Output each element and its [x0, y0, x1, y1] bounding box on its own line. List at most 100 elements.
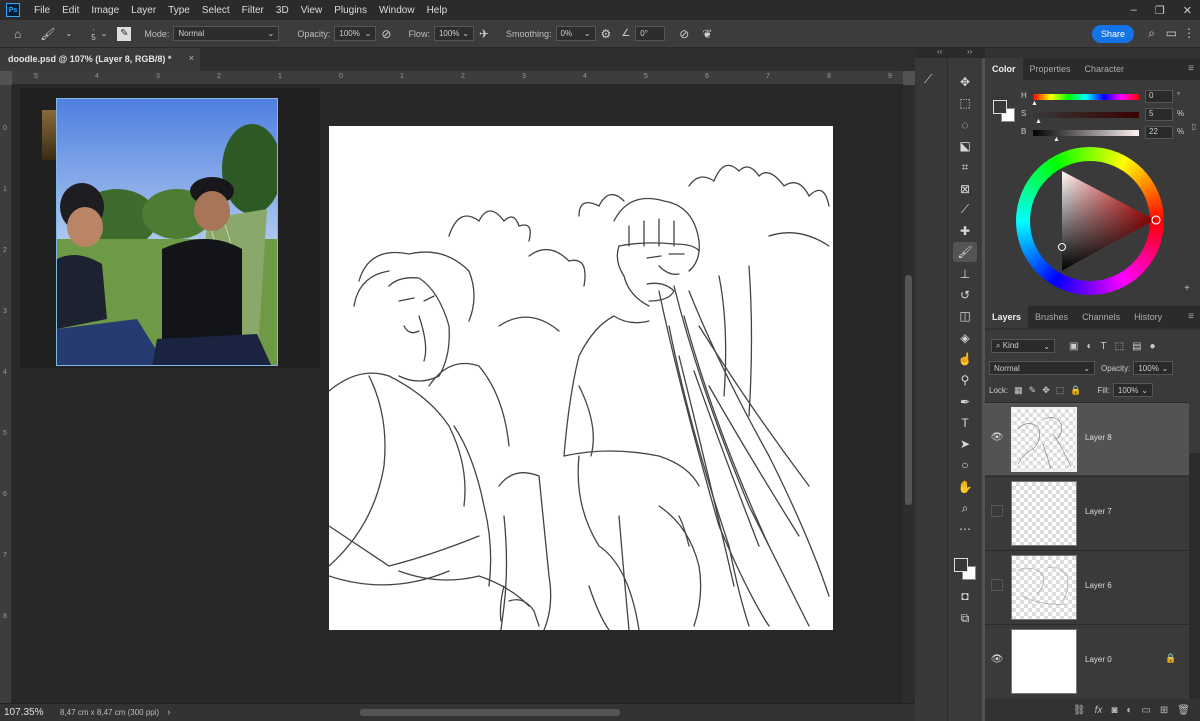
layer-row[interactable]: 👁 Layer 0 🔒 — [985, 624, 1189, 697]
minimize-button[interactable]: – — [1131, 4, 1137, 16]
chevron-down-icon[interactable]: ⌄ — [65, 29, 72, 38]
menu-file[interactable]: File — [28, 5, 56, 16]
eraser-tool-icon[interactable]: ◫ — [953, 306, 977, 326]
filter-pixel-icon[interactable]: ▣ — [1069, 341, 1078, 352]
menu-edit[interactable]: Edit — [56, 5, 85, 16]
filter-type-icon[interactable]: T — [1101, 341, 1107, 352]
tab-layers[interactable]: Layers — [985, 306, 1029, 328]
smoothing-field[interactable]: 0% ⌄ — [555, 26, 596, 41]
expand-icon[interactable]: + — [1184, 283, 1190, 294]
reference-photo[interactable] — [56, 98, 278, 366]
trash-icon[interactable]: 🗑 — [1177, 705, 1190, 716]
dodge-tool-icon[interactable]: ⚲ — [953, 370, 977, 390]
hue-slider-thumb[interactable]: ▲ — [1031, 100, 1038, 107]
brush-panel-icon[interactable]: ✎ — [117, 26, 132, 41]
close-window-button[interactable]: ✕ — [1183, 4, 1192, 17]
brush-settings-icon[interactable]: ⟋ — [924, 72, 932, 87]
document-tab[interactable]: doodle.psd @ 107% (Layer 8, RGB/8) * × — [0, 48, 200, 71]
zoom-tool-icon[interactable]: ⌕ — [953, 498, 977, 518]
menu-filter[interactable]: Filter — [236, 5, 270, 16]
eyedropper-tool-icon[interactable]: ⟋ — [953, 200, 977, 220]
layer-row[interactable]: 👁 Layer 8 — [985, 402, 1189, 475]
filter-smart-icon[interactable]: ▤ — [1132, 341, 1141, 352]
workspace-icon[interactable]: ▭ — [1166, 26, 1177, 40]
panel-menu-icon[interactable]: ≡ — [1188, 63, 1194, 74]
tab-history[interactable]: History — [1127, 306, 1169, 328]
airbrush-icon[interactable]: ✈ — [479, 27, 489, 41]
hand-tool-icon[interactable]: ✋ — [953, 477, 977, 497]
pressure-size-icon[interactable]: ⊘ — [679, 27, 689, 41]
hue-value[interactable]: 0 — [1145, 90, 1173, 103]
lock-pixels-icon[interactable]: ✎ — [1029, 385, 1037, 396]
layer-opacity-field[interactable]: 100% ⌄ — [1133, 361, 1174, 375]
gear-icon[interactable]: ⚙ — [601, 27, 612, 41]
color-scroll-icon[interactable]: ▯ — [1192, 122, 1196, 131]
filter-adjustment-icon[interactable]: ◐ — [1086, 341, 1092, 352]
menu-plugins[interactable]: Plugins — [328, 5, 373, 16]
more-options-icon[interactable]: ⋮ — [1183, 26, 1195, 40]
layers-scrollbar[interactable] — [1189, 453, 1200, 699]
group-icon[interactable]: ▭ — [1141, 705, 1150, 716]
layer-name[interactable]: Layer 7 — [1085, 507, 1112, 516]
layer-thumbnail[interactable] — [1011, 481, 1077, 546]
brush-size-indicator[interactable]: · 5 — [91, 25, 95, 42]
lasso-tool-icon[interactable]: ◌ — [953, 115, 977, 135]
fx-icon[interactable]: fx — [1095, 705, 1103, 716]
layer-row[interactable]: Layer 7 — [985, 476, 1189, 549]
lock-artboard-icon[interactable]: ⬚ — [1056, 385, 1065, 396]
symmetry-icon[interactable]: ❦ — [702, 27, 712, 41]
document-size[interactable]: 8,47 cm x 8,47 cm (300 ppi) — [60, 708, 159, 717]
collapse-right-icon[interactable]: ›› — [967, 47, 972, 56]
stamp-tool-icon[interactable]: ⊥ — [953, 264, 977, 284]
quick-mask-icon[interactable]: ◘ — [953, 586, 977, 606]
reference-thumbnail[interactable] — [42, 110, 56, 160]
path-select-tool-icon[interactable]: ➤ — [953, 434, 977, 454]
layer-name[interactable]: Layer 8 — [1085, 433, 1112, 442]
vertical-scroll-thumb[interactable] — [905, 275, 912, 505]
status-chevron-icon[interactable]: › — [167, 707, 170, 718]
healing-tool-icon[interactable]: ✚ — [953, 221, 977, 241]
eye-hidden-icon[interactable] — [991, 505, 1003, 517]
menu-help[interactable]: Help — [421, 5, 454, 16]
lock-position-icon[interactable]: ✥ — [1042, 385, 1050, 396]
color-wheel[interactable] — [1015, 146, 1165, 296]
saturation-slider-thumb[interactable]: ▲ — [1035, 118, 1042, 125]
angle-field[interactable]: 0° — [635, 26, 666, 41]
marquee-tool-icon[interactable]: ⬚ — [953, 93, 977, 113]
lock-transparent-icon[interactable]: ▦ — [1014, 385, 1023, 396]
menu-view[interactable]: View — [295, 5, 329, 16]
saturation-slider[interactable] — [1033, 112, 1139, 118]
filter-toggle-icon[interactable]: ● — [1150, 341, 1156, 352]
share-button[interactable]: Share — [1092, 25, 1134, 43]
fill-field[interactable]: 100% ⌄ — [1112, 383, 1153, 397]
drawing-canvas[interactable] — [329, 126, 833, 630]
chevron-down-icon[interactable]: ⌄ — [101, 29, 108, 38]
opacity-field[interactable]: 100% ⌄ — [334, 26, 377, 41]
menu-window[interactable]: Window — [373, 5, 421, 16]
saturation-value[interactable]: 5 — [1145, 108, 1173, 121]
menu-image[interactable]: Image — [85, 5, 125, 16]
canvas-workspace[interactable] — [12, 85, 903, 703]
pen-tool-icon[interactable]: ✒ — [953, 392, 977, 412]
restore-button[interactable]: ❐ — [1155, 4, 1165, 17]
menu-select[interactable]: Select — [196, 5, 236, 16]
crop-tool-icon[interactable]: ⌗ — [953, 157, 977, 177]
collapse-left-icon[interactable]: ‹‹ — [937, 47, 942, 56]
hue-slider[interactable] — [1033, 94, 1139, 100]
fg-bg-swatches[interactable] — [993, 100, 1015, 122]
tab-character[interactable]: Character — [1078, 58, 1132, 80]
search-icon[interactable]: ⌕ — [1148, 26, 1155, 41]
new-layer-icon[interactable]: ⊞ — [1160, 705, 1168, 716]
ellipse-tool-icon[interactable]: ○ — [953, 455, 977, 475]
zoom-level[interactable]: 107.35% — [0, 707, 50, 718]
brush-tool-icon[interactable]: 🖌 — [953, 242, 977, 263]
tab-brushes[interactable]: Brushes — [1028, 306, 1075, 328]
panel-collapse-strip[interactable]: ‹‹ ›› — [915, 47, 985, 58]
smudge-tool-icon[interactable]: ☝ — [953, 349, 977, 369]
filter-shape-icon[interactable]: ⬚ — [1115, 341, 1124, 352]
mode-select[interactable]: Normal ⌄ — [173, 26, 280, 41]
layer-name[interactable]: Layer 0 — [1085, 655, 1112, 664]
flow-field[interactable]: 100% ⌄ — [433, 26, 474, 41]
screen-mode-icon[interactable]: ⧉ — [953, 608, 977, 628]
home-icon[interactable]: ⌂ — [14, 27, 21, 41]
